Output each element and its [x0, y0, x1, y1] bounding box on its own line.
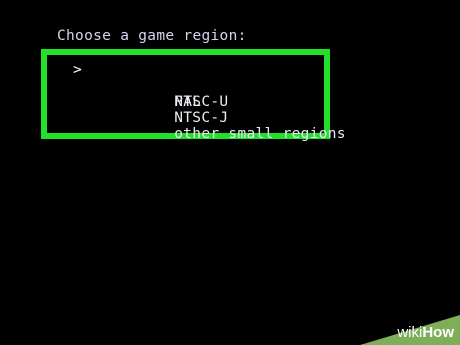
menu-item-pal[interactable]: PAL — [62, 78, 346, 110]
menu-item-label: other small regions — [174, 126, 346, 142]
wikihow-watermark: wikiHow — [360, 315, 460, 345]
region-prompt: Choose a game region: — [57, 28, 247, 44]
menu-item-other-regions[interactable]: other small regions — [62, 110, 346, 142]
region-menu-highlight-box: > NTSC-U PAL NTSC-J other small regions — [41, 49, 346, 142]
console-screen: Choose a game region: > NTSC-U PAL NTSC-… — [0, 0, 460, 345]
selection-cursor: > — [73, 62, 83, 78]
menu-item-ntsc-j[interactable]: NTSC-J — [62, 94, 346, 126]
menu-item-ntsc-u[interactable]: > NTSC-U — [62, 62, 346, 110]
wikihow-logo: wikiHow — [397, 324, 454, 341]
region-menu: > NTSC-U PAL NTSC-J other small regions — [62, 62, 346, 142]
